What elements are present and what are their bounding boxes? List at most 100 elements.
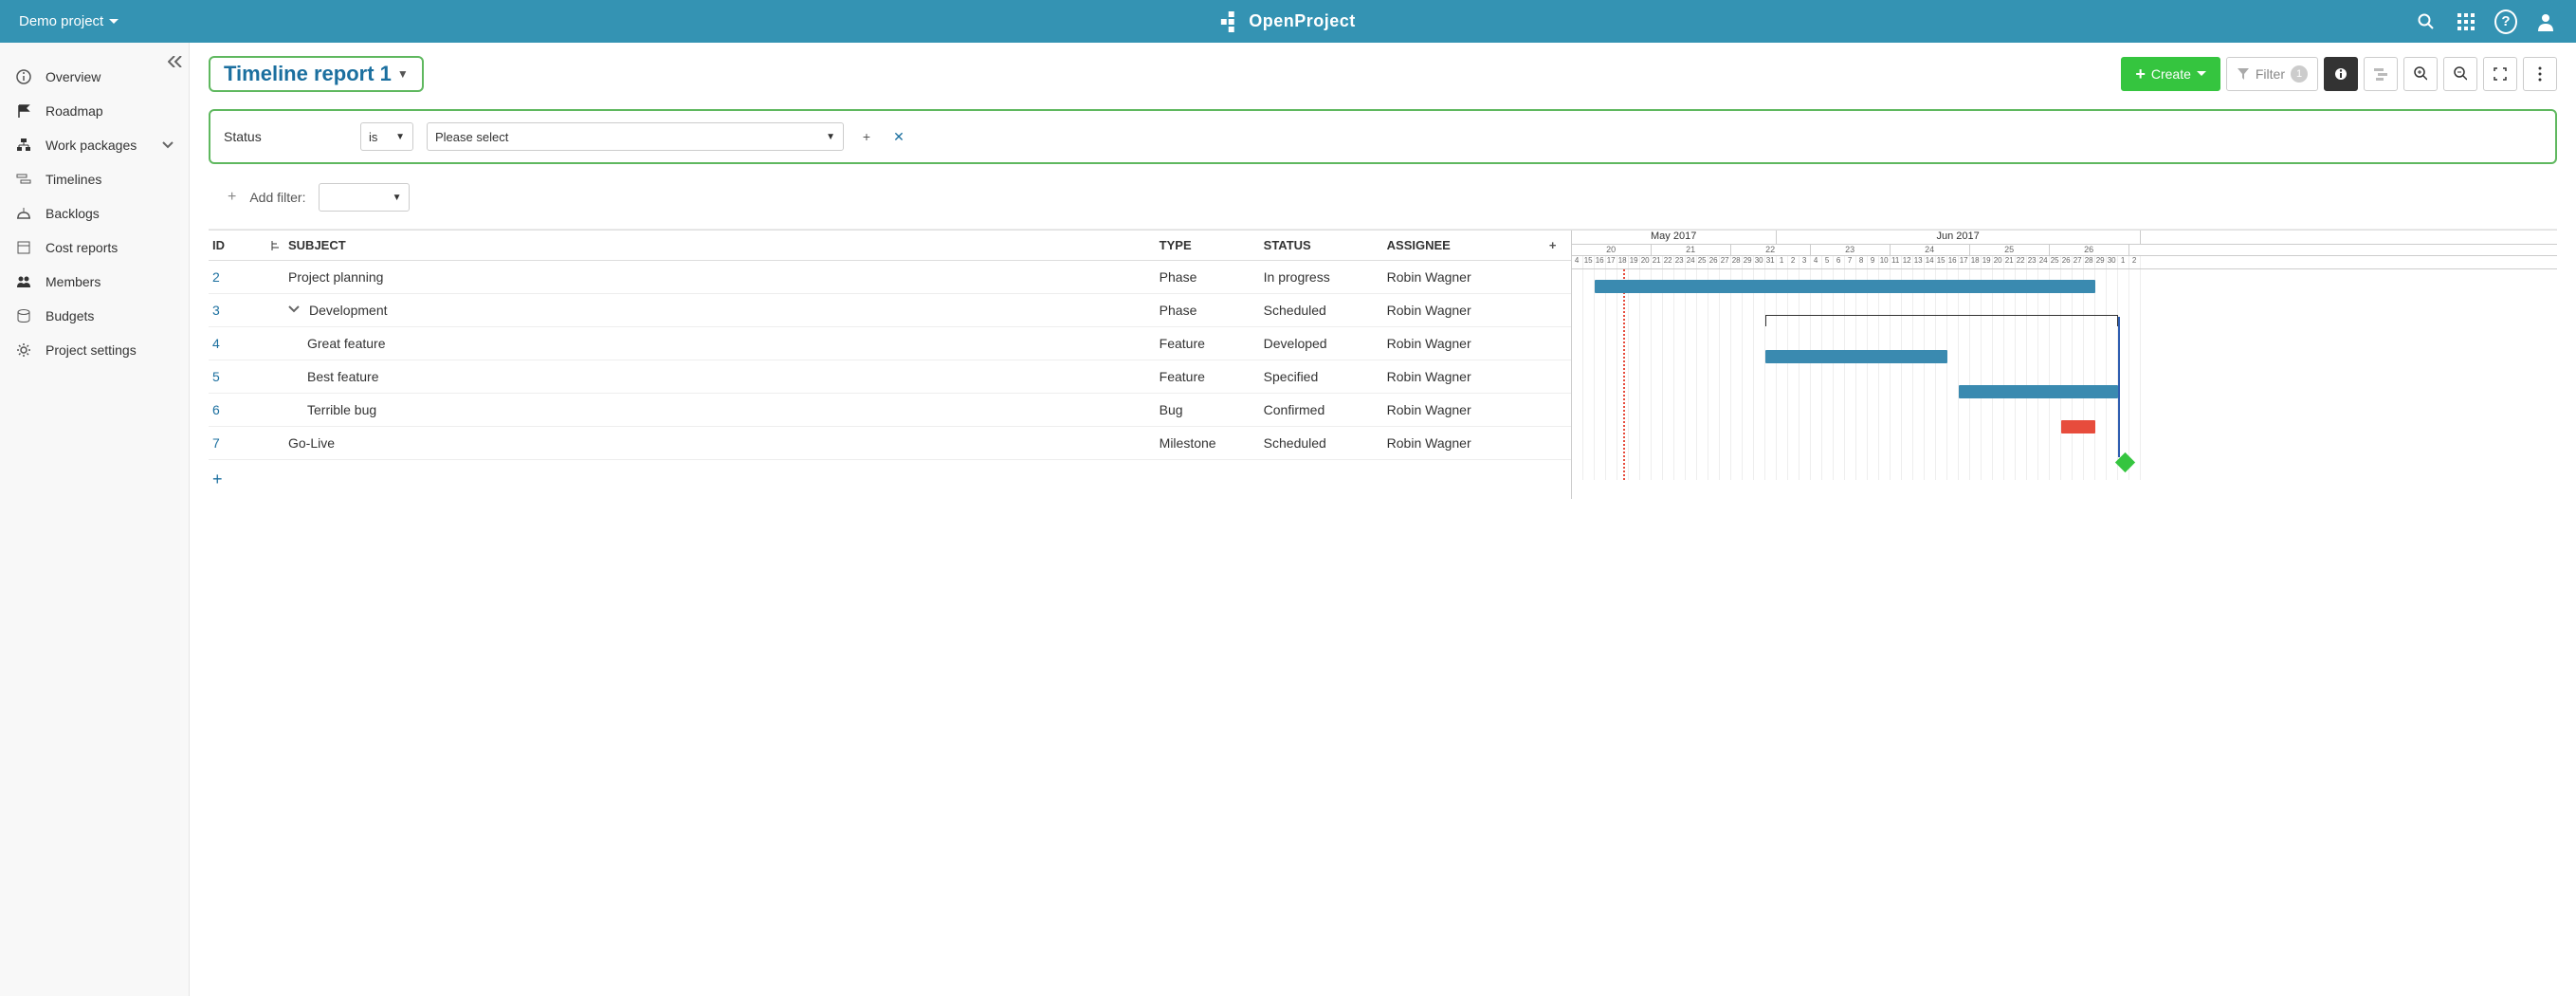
more-button[interactable] <box>2523 57 2557 91</box>
wp-subject: Development <box>269 303 388 318</box>
view-title-dropdown[interactable]: Timeline report 1 ▼ <box>209 56 424 92</box>
filter-remove-button[interactable]: ✕ <box>889 129 908 145</box>
table-row[interactable]: 2Project planningPhaseIn progressRobin W… <box>209 261 1571 294</box>
main-content: Timeline report 1 ▼ + Create Filter 1 <box>190 43 2576 996</box>
caret-down-icon: ▼ <box>395 132 405 142</box>
wp-status: Scheduled <box>1264 303 1387 318</box>
wp-assignee: Robin Wagner <box>1387 369 1539 384</box>
gantt-pane[interactable]: May 2017Jun 2017 20212223242526 41516171… <box>1571 231 2557 499</box>
gantt-toggle-button[interactable] <box>2364 57 2398 91</box>
page-title: Timeline report 1 <box>224 62 392 86</box>
wp-assignee: Robin Wagner <box>1387 402 1539 417</box>
cost-icon <box>15 239 32 256</box>
fullscreen-icon <box>2494 67 2507 81</box>
logo-text: OpenProject <box>1249 11 1356 31</box>
col-header-id[interactable]: ID <box>212 238 269 252</box>
col-header-type[interactable]: TYPE <box>1160 238 1264 252</box>
search-icon <box>2418 13 2435 30</box>
table-row[interactable]: 4Great featureFeatureDevelopedRobin Wagn… <box>209 327 1571 360</box>
sidebar-item-work-packages[interactable]: Work packages <box>0 128 189 162</box>
info-icon <box>2334 67 2348 81</box>
today-line <box>1623 269 1625 480</box>
gantt-bar[interactable] <box>1765 350 1947 363</box>
wp-id-link[interactable]: 5 <box>212 369 269 384</box>
sidebar-item-roadmap[interactable]: Roadmap <box>0 94 189 128</box>
table-row[interactable]: 5Best featureFeatureSpecifiedRobin Wagne… <box>209 360 1571 394</box>
col-header-subject[interactable]: SUBJECT <box>269 238 1160 252</box>
fullscreen-button[interactable] <box>2483 57 2517 91</box>
wp-id-link[interactable]: 2 <box>212 269 269 285</box>
wp-assignee: Robin Wagner <box>1387 435 1539 451</box>
filter-label: Filter <box>2256 66 2285 82</box>
search-button[interactable] <box>2415 10 2438 33</box>
table-body: 2Project planningPhaseIn progressRobin W… <box>209 261 1571 460</box>
zoom-out-button[interactable] <box>2443 57 2477 91</box>
caret-down-icon: ▼ <box>826 132 835 142</box>
chevron-double-left-icon <box>168 56 183 67</box>
sidebar-label: Timelines <box>46 172 101 187</box>
sidebar-item-budgets[interactable]: Budgets <box>0 299 189 333</box>
hierarchy-icon <box>15 137 32 154</box>
filter-button[interactable]: Filter 1 <box>2226 57 2318 91</box>
wp-type: Feature <box>1160 336 1264 351</box>
table-row[interactable]: 3DevelopmentPhaseScheduledRobin Wagner <box>209 294 1571 327</box>
user-button[interactable] <box>2534 10 2557 33</box>
wp-status: Developed <box>1264 336 1387 351</box>
sidebar: Overview Roadmap Work packages Timelines… <box>0 43 190 996</box>
members-icon <box>15 273 32 290</box>
add-filter-label: Add filter: <box>249 190 305 205</box>
sidebar-collapse-button[interactable] <box>168 56 183 67</box>
flag-icon <box>15 102 32 120</box>
table-row[interactable]: 7Go-LiveMilestoneScheduledRobin Wagner <box>209 427 1571 460</box>
gantt-bar[interactable] <box>2061 420 2095 433</box>
wp-subject: Best feature <box>269 369 379 384</box>
caret-down-icon: ▼ <box>397 67 409 81</box>
gantt-dependency-line <box>2118 317 2120 457</box>
logo-icon <box>1220 10 1243 33</box>
caret-down-icon <box>109 19 119 25</box>
sidebar-item-timelines[interactable]: Timelines <box>0 162 189 196</box>
create-button[interactable]: + Create <box>2121 57 2220 91</box>
sidebar-item-project-settings[interactable]: Project settings <box>0 333 189 367</box>
wp-subject: Terrible bug <box>269 402 376 417</box>
sidebar-label: Budgets <box>46 308 94 323</box>
sidebar-label: Roadmap <box>46 103 103 119</box>
sidebar-item-members[interactable]: Members <box>0 265 189 299</box>
sidebar-item-overview[interactable]: Overview <box>0 60 189 94</box>
wp-status: Confirmed <box>1264 402 1387 417</box>
add-column-button[interactable]: + <box>1539 238 1567 252</box>
plus-icon: + <box>2135 65 2146 84</box>
wp-id-link[interactable]: 6 <box>212 402 269 417</box>
table-row[interactable]: 6Terrible bugBugConfirmedRobin Wagner <box>209 394 1571 427</box>
wp-subject: Project planning <box>269 269 383 285</box>
wp-assignee: Robin Wagner <box>1387 269 1539 285</box>
info-button[interactable] <box>2324 57 2358 91</box>
filter-value-select[interactable]: Please select ▼ <box>427 122 844 151</box>
budgets-icon <box>15 307 32 324</box>
zoom-in-button[interactable] <box>2403 57 2438 91</box>
info-icon <box>15 68 32 85</box>
gantt-bar[interactable] <box>1959 385 2118 398</box>
project-selector[interactable]: Demo project <box>19 13 119 29</box>
work-package-split: ID SUBJECT TYPE STATUS ASSIGNEE + 2Proje… <box>209 230 2557 499</box>
wp-id-link[interactable]: 3 <box>212 303 269 318</box>
logo[interactable]: OpenProject <box>1220 10 1356 33</box>
sidebar-item-cost-reports[interactable]: Cost reports <box>0 231 189 265</box>
wp-id-link[interactable]: 7 <box>212 435 269 451</box>
gantt-group-bracket[interactable] <box>1765 315 2118 326</box>
col-header-status[interactable]: STATUS <box>1264 238 1387 252</box>
help-button[interactable]: ? <box>2494 10 2517 33</box>
gantt-bar[interactable] <box>1595 280 2095 293</box>
add-filter-row: + Add filter: ▼ <box>209 175 2557 230</box>
filter-operator-select[interactable]: is ▼ <box>360 122 413 151</box>
more-vertical-icon <box>2538 66 2542 82</box>
add-filter-select[interactable]: ▼ <box>319 183 410 212</box>
filter-add-value-button[interactable]: + <box>857 129 876 144</box>
sidebar-label: Project settings <box>46 342 137 358</box>
wp-id-link[interactable]: 4 <box>212 336 269 351</box>
wp-type: Phase <box>1160 269 1264 285</box>
modules-button[interactable] <box>2455 10 2477 33</box>
sidebar-item-backlogs[interactable]: Backlogs <box>0 196 189 231</box>
add-row-button[interactable]: + <box>209 460 1571 499</box>
col-header-assignee[interactable]: ASSIGNEE <box>1387 238 1539 252</box>
